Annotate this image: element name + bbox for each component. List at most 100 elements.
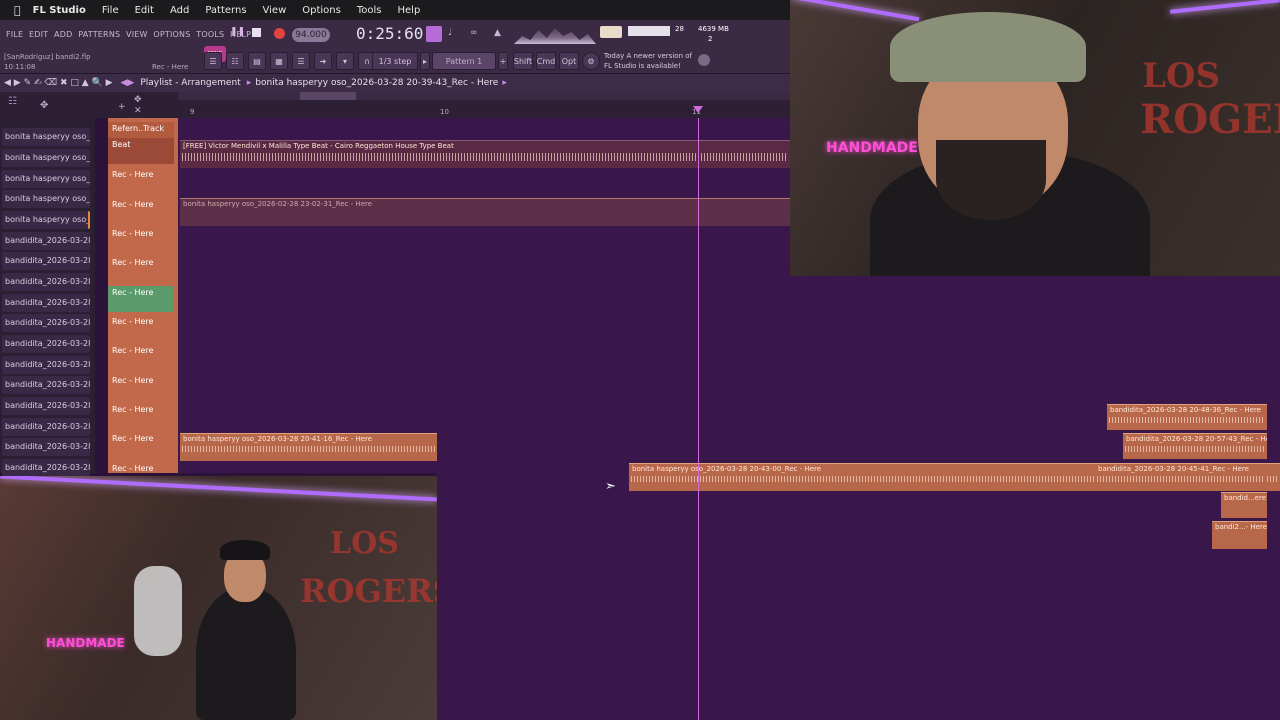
menu-edit[interactable]: Edit [135, 5, 154, 16]
audio-clip[interactable]: bandi2...- Here [1212, 521, 1267, 549]
tempo-display[interactable]: 94.000 [292, 28, 330, 42]
menu-patterns[interactable]: Patterns [205, 5, 246, 16]
move-icon[interactable]: ✥ [40, 100, 48, 111]
browser-item[interactable]: bandidita_2026-03-28 2... [2, 335, 90, 353]
track-header[interactable]: Rec - Here [108, 315, 174, 341]
online-news-icon[interactable]: ⚙ [582, 52, 600, 70]
microphone-icon[interactable]: ▾ [336, 52, 354, 70]
record-icon[interactable] [274, 28, 285, 39]
fl-menu-file[interactable]: FILE [6, 30, 23, 39]
crumb-arrow-icon-2: ▸ [502, 78, 507, 88]
polyphony-value: 2 [708, 35, 713, 43]
browser-toggle-icon[interactable]: ☷ [8, 96, 17, 107]
audio-clip[interactable]: bandidita_2026-03-28 20-45-41_Rec - Here [1095, 463, 1267, 489]
fl-toolbar: FILE EDIT ADD PATTERNS VIEW OPTIONS TOOL… [0, 20, 790, 74]
browser-item[interactable]: bonita hasperyy oso_20... [2, 190, 90, 208]
clip-label: bandidita_2026-03-28 20-57-43_Rec - Here [1126, 435, 1267, 443]
browser-item[interactable]: bandidita_2026-03-28 2... [2, 438, 90, 456]
scrollbar-thumb[interactable] [300, 92, 356, 100]
menu-options[interactable]: Options [302, 5, 341, 16]
track-header-beat[interactable]: Beat [108, 138, 174, 164]
playlist-tools-icons[interactable]: ◀ ▶ ✎ ✍ ⌫ ✖ □ ▲ 🔍 ▶ [4, 78, 113, 88]
track-header[interactable]: Rec - Here [108, 432, 174, 458]
headphones-icon [134, 566, 182, 656]
browser-item[interactable]: bandidita_2026-03-28 2... [2, 356, 90, 374]
pause-icon[interactable]: ❚❚ [230, 27, 245, 39]
track-header-selected[interactable]: Rec - Here [108, 286, 174, 312]
pattern-song-icon[interactable] [426, 26, 442, 42]
opt-key-button[interactable]: Opt [559, 52, 579, 70]
wait-icon[interactable]: ∞ [470, 28, 478, 38]
audio-clip[interactable]: bandid...ere [1221, 492, 1267, 518]
track-header[interactable]: Rec - Here [108, 198, 174, 224]
pattern-selector[interactable]: Pattern 1 [432, 52, 496, 70]
track-header[interactable]: Rec - Here [108, 256, 174, 282]
snap-selector[interactable]: 1/3 step [372, 52, 418, 70]
cmd-key-button[interactable]: Cmd [536, 52, 556, 70]
zoom-icon[interactable]: ✥ [134, 95, 142, 105]
project-file-name: [SanRodriguz] bandi2.flp [4, 53, 91, 61]
countdown-icon[interactable]: ▲ [494, 28, 501, 38]
stop-icon[interactable] [252, 28, 261, 37]
oscilloscope [514, 28, 596, 44]
browser-item[interactable]: bandidita_2026-03-28 2... [2, 397, 90, 415]
browser-item[interactable]: bonita hasperyy oso_20... [2, 128, 90, 146]
browser-item[interactable]: bandidita_2026-03-28 2... [2, 459, 90, 477]
playlist-scrollbar[interactable] [178, 92, 790, 100]
menu-view[interactable]: View [263, 5, 287, 16]
track-header[interactable]: Rec - Here [108, 227, 174, 253]
browser-item[interactable]: bandidita_2026-03-28 2... [2, 418, 90, 436]
menu-add[interactable]: Add [170, 5, 189, 16]
track-header[interactable]: Rec - Here [108, 374, 174, 400]
mac-menu-bar:  FL Studio File Edit Add Patterns View … [0, 0, 790, 20]
browser-icon[interactable]: ▦ [270, 52, 288, 70]
app-menu-fl-studio[interactable]: FL Studio [33, 5, 86, 16]
fl-menu-view[interactable]: VIEW [126, 30, 148, 39]
track-header[interactable]: Rec - Here [108, 344, 174, 370]
person-cap [890, 12, 1086, 82]
menu-file[interactable]: File [102, 5, 119, 16]
audio-clip[interactable]: bandidita_2026-03-28 20-48-36_Rec - Here [1107, 404, 1267, 430]
news-line-2: FL Studio is available! [604, 62, 681, 70]
piano-roll-icon[interactable]: ☷ [226, 52, 244, 70]
browser-item[interactable]: bandidita_2026-03-28 2... [2, 252, 90, 270]
shift-key-button[interactable]: Shift [513, 52, 533, 70]
metronome-icon[interactable]: ♩ [448, 28, 452, 38]
fl-menu-edit[interactable]: EDIT [29, 30, 48, 39]
close-icon[interactable]: ✕ [134, 106, 142, 116]
fl-menu-options[interactable]: OPTIONS [153, 30, 190, 39]
graffiti-text: ROGERS [300, 572, 437, 610]
fl-menu-add[interactable]: ADD [54, 30, 72, 39]
track-header[interactable]: Rec - Here [108, 403, 174, 429]
browser-item[interactable]: bonita hasperyy oso_20... [2, 149, 90, 167]
settings-icon[interactable] [698, 54, 710, 66]
browser-item-selected[interactable]: bonita hasperyy oso_20... [2, 211, 90, 229]
browser-item[interactable]: bandidita_2026-03-28 2... [2, 294, 90, 312]
audio-clip[interactable]: bandidita_2026-03-28 20-57-43_Rec - Here [1123, 433, 1267, 459]
playlist-grid-lower[interactable]: bonita hasperyy oso_2026-03-28 20-43-00_… [437, 276, 1280, 720]
browser-item[interactable]: bandidita_2026-03-28 2... [2, 314, 90, 332]
menu-tools[interactable]: Tools [357, 5, 382, 16]
channel-rack-icon[interactable]: ☰ [204, 52, 222, 70]
playlist-icon[interactable]: ▤ [248, 52, 266, 70]
browser-item[interactable]: bandidita_2026-03-28 2... [2, 273, 90, 291]
fl-menu-patterns[interactable]: PATTERNS [78, 30, 120, 39]
pattern-add-icon[interactable]: + [498, 52, 508, 70]
person-beard [936, 140, 1046, 220]
browser-item[interactable]: bonita hasperyy oso_20... [2, 170, 90, 188]
pattern-prev-icon[interactable]: ▸ [420, 52, 430, 70]
track-header[interactable]: Rec - Here [108, 168, 174, 194]
memory-value: 4639 MB [698, 25, 729, 33]
apple-icon[interactable]:  [14, 4, 21, 17]
mixer-icon[interactable]: ☰ [292, 52, 310, 70]
graffiti-text: LOS [330, 526, 399, 561]
add-track-icon[interactable]: + [118, 102, 126, 112]
browser-item[interactable]: bandidita_2026-03-28 2... [2, 232, 90, 250]
playhead-marker-icon[interactable] [693, 106, 703, 113]
arrow-right-icon[interactable]: ➜ [314, 52, 332, 70]
browser-item[interactable]: bandidita_2026-03-28 2... [2, 376, 90, 394]
menu-help[interactable]: Help [398, 5, 421, 16]
fl-menu-tools[interactable]: TOOLS [196, 30, 224, 39]
master-volume-slider[interactable] [600, 26, 622, 38]
news-line-1: Today A newer version of [604, 52, 692, 60]
